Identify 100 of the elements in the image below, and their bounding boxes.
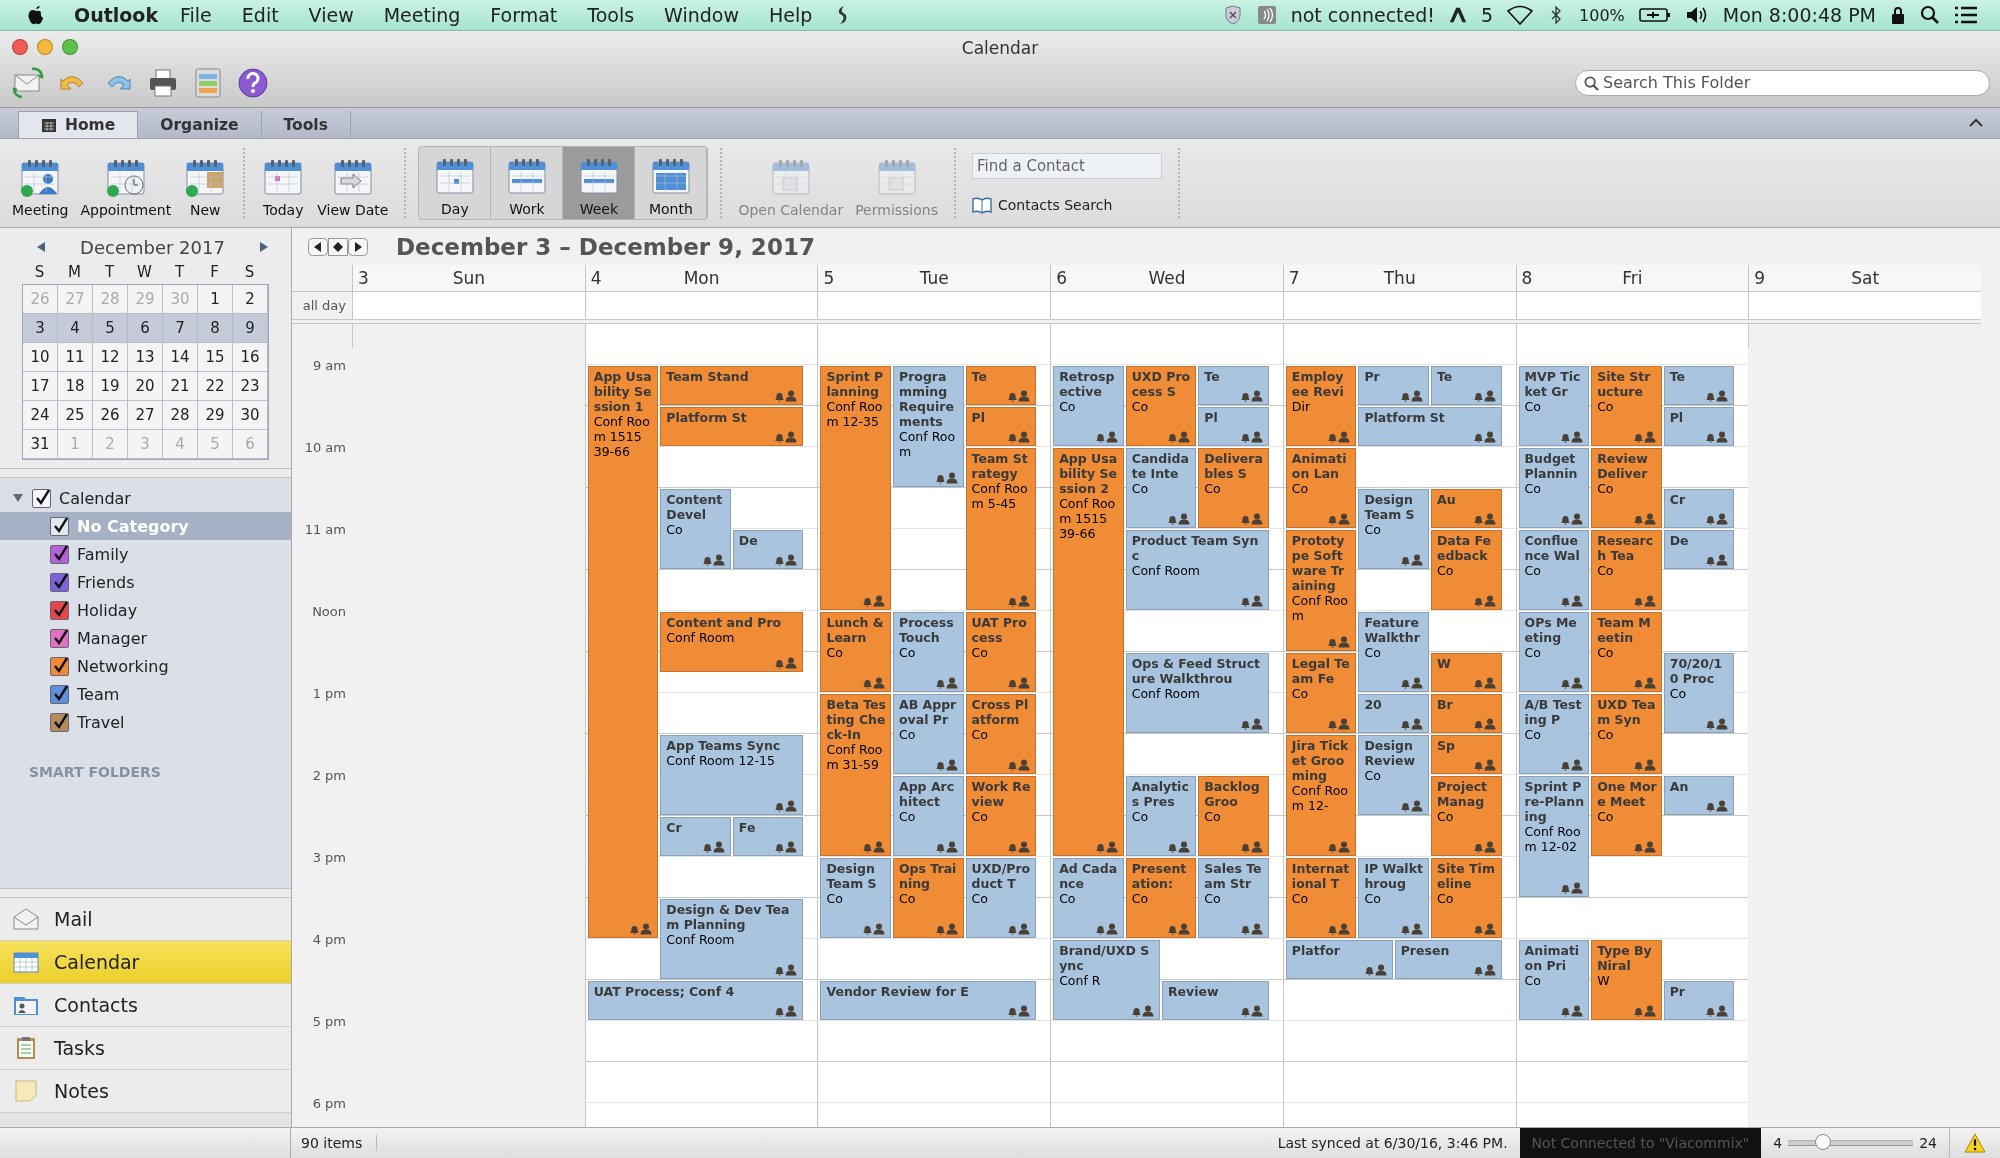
zoom-button[interactable] bbox=[62, 39, 78, 55]
calendar-event[interactable]: Te bbox=[1431, 366, 1502, 405]
slider-thumb[interactable] bbox=[1815, 1134, 1832, 1150]
calendar-event[interactable]: Sp bbox=[1431, 735, 1502, 774]
battery-icon[interactable] bbox=[1638, 6, 1671, 24]
calendar-event[interactable]: Platform St bbox=[1358, 407, 1502, 446]
calendar-event[interactable]: App Usability Session 1 Conf Room 1515 39-66 bbox=[587, 366, 659, 938]
week-row[interactable]: 10 11 12 13 14 15 16 bbox=[23, 343, 268, 372]
calendar-event[interactable]: Pl bbox=[965, 407, 1037, 446]
calendar-event[interactable]: Pl bbox=[1198, 407, 1269, 446]
find-contact-field[interactable]: Find a Contact bbox=[972, 152, 1162, 179]
calendar-event[interactable]: App Architect Co bbox=[893, 776, 964, 856]
calendar-event[interactable]: Sprint Planning Conf Room 12-35 bbox=[820, 366, 891, 610]
calendar-event[interactable]: Confluence Wal Co bbox=[1518, 530, 1590, 610]
calendar-event[interactable]: Jira Ticket Grooming Conf Room 12- bbox=[1285, 735, 1357, 856]
warning-icon[interactable] bbox=[1964, 1133, 1986, 1153]
triangle-logo-icon[interactable] bbox=[1448, 5, 1467, 25]
calendar-event[interactable]: Beta Testing Check-In Conf Room 31-59 bbox=[820, 694, 891, 856]
folder-label[interactable]: Calendar bbox=[59, 488, 131, 508]
all-day-cell[interactable] bbox=[584, 292, 818, 319]
calendar-event[interactable]: Budget Plannin Co bbox=[1518, 448, 1590, 528]
calendar-event[interactable]: OPs Meeting Co bbox=[1518, 612, 1590, 692]
collapse-ribbon-icon[interactable] bbox=[1968, 118, 1984, 128]
calendar-event[interactable]: Animation Lan Co bbox=[1285, 448, 1357, 528]
search-icon[interactable] bbox=[1920, 5, 1940, 25]
shield-x-icon[interactable] bbox=[1222, 4, 1243, 26]
calendar-event[interactable]: De bbox=[732, 530, 804, 569]
calendar-event[interactable]: A/B Testing P Co bbox=[1518, 694, 1590, 774]
nav-item[interactable]: Tasks bbox=[0, 1027, 291, 1070]
view-button[interactable]: Day bbox=[419, 147, 492, 219]
calendar-event[interactable]: UXD/Product T Co bbox=[965, 858, 1037, 938]
previous-week-icon[interactable] bbox=[308, 237, 328, 256]
previous-month-icon[interactable] bbox=[36, 241, 46, 253]
calendar-day[interactable]: 31 bbox=[23, 430, 58, 459]
calendar-event[interactable]: Content Devel Co bbox=[660, 489, 731, 569]
view-button[interactable]: Week bbox=[563, 147, 636, 219]
view-button[interactable]: Work bbox=[491, 147, 564, 219]
menu-item[interactable]: File bbox=[180, 4, 212, 26]
calendar-event[interactable]: Cr bbox=[1663, 489, 1735, 528]
checkbox[interactable] bbox=[50, 544, 69, 564]
menu-item[interactable]: Tools bbox=[587, 4, 635, 26]
checkbox[interactable] bbox=[32, 488, 51, 508]
calendar-event[interactable]: Vendor Review for E bbox=[820, 981, 1037, 1020]
checkbox[interactable] bbox=[50, 628, 69, 648]
calendar-event[interactable]: MVP Ticket Gr Co bbox=[1518, 366, 1590, 446]
week-row[interactable]: 3 4 5 6 7 8 9 bbox=[23, 314, 268, 343]
category-row[interactable]: Holiday bbox=[0, 596, 291, 624]
close-button[interactable] bbox=[12, 39, 28, 55]
lock-icon[interactable] bbox=[1890, 5, 1906, 25]
ribbon-button[interactable]: View Date bbox=[313, 142, 393, 224]
calendar-event[interactable]: UAT Process; Conf 4 bbox=[587, 981, 804, 1020]
calendar-event[interactable]: Animation Pri Co bbox=[1518, 940, 1590, 1020]
print-icon[interactable] bbox=[147, 66, 179, 99]
calendar-event[interactable]: Content and Pro Conf Room bbox=[660, 612, 804, 672]
calendar-event[interactable]: Legal Team Fe Co bbox=[1285, 653, 1357, 733]
checkbox[interactable] bbox=[50, 656, 69, 676]
calendar-event[interactable]: Ops & Feed Structure Walkthrou Conf Room bbox=[1125, 653, 1269, 733]
calendar-event[interactable]: Site Timeline Co bbox=[1431, 858, 1502, 938]
calendar-event[interactable]: Design Team S Co bbox=[1358, 489, 1429, 569]
calendar-event[interactable]: Feature Walkthr Co bbox=[1358, 612, 1429, 692]
calendar-event[interactable]: Process Touch Co bbox=[893, 612, 964, 692]
calendar-event[interactable]: IP Walkthroug Co bbox=[1358, 858, 1429, 938]
calendar-event[interactable]: De bbox=[1663, 530, 1735, 569]
connection-status[interactable]: not connected! bbox=[1290, 4, 1435, 26]
ribbon-button[interactable]: Appointment bbox=[76, 142, 176, 224]
calendar-event[interactable]: International T Co bbox=[1285, 858, 1357, 938]
calendar-event[interactable]: Type By Niral W bbox=[1591, 940, 1662, 1020]
calendar-event[interactable]: Retrospective Co bbox=[1053, 366, 1124, 446]
menu-item[interactable]: View bbox=[308, 4, 354, 26]
ribbon-tab[interactable]: Tools bbox=[261, 111, 351, 138]
calendar-event[interactable]: 70/20/10 Proc Co bbox=[1663, 653, 1735, 733]
all-day-cell[interactable] bbox=[1748, 292, 1981, 319]
category-row[interactable]: Manager bbox=[0, 624, 291, 652]
calendar-event[interactable]: AB Approval Pr Co bbox=[893, 694, 964, 774]
calendar-event[interactable]: Ad Cadance Co bbox=[1053, 858, 1124, 938]
category-row[interactable]: Travel bbox=[0, 708, 291, 736]
calendar-event[interactable]: Sales Team Str Co bbox=[1198, 858, 1269, 938]
category-row[interactable]: Family bbox=[0, 540, 291, 568]
calendar-event[interactable]: Product Team Sync Conf Room bbox=[1125, 530, 1269, 610]
calendar-event[interactable]: UAT Process Co bbox=[965, 612, 1037, 692]
all-day-cell[interactable] bbox=[817, 292, 1051, 319]
search-field[interactable]: Search This Folder bbox=[1575, 69, 1990, 96]
calendar-event[interactable]: Brand/UXD Sync Conf R bbox=[1053, 940, 1160, 1020]
calendar-event[interactable]: Lunch & Learn Co bbox=[820, 612, 891, 692]
calendar-event[interactable]: Site Structure Co bbox=[1591, 366, 1662, 446]
calendar-event[interactable]: App Usability Session 2 Conf Room 1515 39-66 bbox=[1053, 448, 1124, 856]
calendar-event[interactable]: Team Stand bbox=[660, 366, 804, 405]
menu-item[interactable]: Format bbox=[490, 4, 558, 26]
list-icon[interactable] bbox=[1954, 5, 1978, 25]
calendar-event[interactable]: Design & Dev Team Planning Conf Room bbox=[660, 899, 804, 979]
calendar-event[interactable]: Project Manag Co bbox=[1431, 776, 1502, 856]
volume-icon[interactable] bbox=[1684, 5, 1709, 25]
category-row[interactable]: Networking bbox=[0, 652, 291, 680]
calendar-event[interactable]: Platform St bbox=[660, 407, 804, 446]
calendar-event[interactable]: Backlog Groo Co bbox=[1198, 776, 1269, 856]
all-day-cell[interactable] bbox=[1515, 292, 1749, 319]
ribbon-button[interactable]: Today bbox=[257, 142, 310, 224]
calendar-event[interactable]: Presentation: Co bbox=[1125, 858, 1197, 938]
ribbon-button[interactable]: Meeting bbox=[8, 142, 73, 224]
calendar-event[interactable]: Design Review Co bbox=[1358, 735, 1429, 815]
